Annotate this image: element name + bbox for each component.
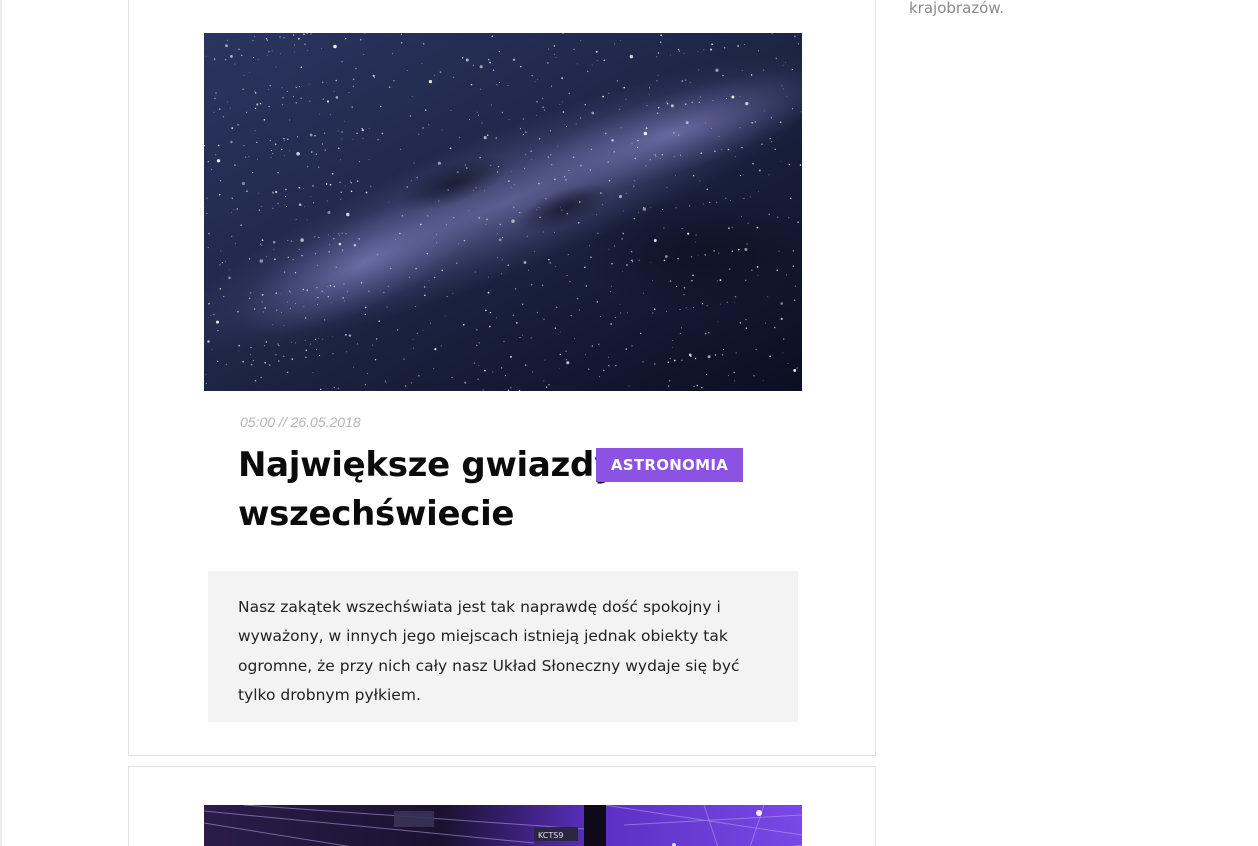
- page-left-border: [0, 0, 2, 846]
- stadium-image: KCTS9: [204, 805, 802, 846]
- post-card: 05:00 // 26.05.2018 Największe gwiazdy w…: [128, 0, 876, 756]
- page: krajobrazów. 05:00 // 26.05.2018 Najwięk…: [0, 0, 1258, 846]
- post-meta-date: 05:00 // 26.05.2018: [240, 414, 361, 430]
- post-image[interactable]: [204, 33, 802, 391]
- stadium-sign-text: KCTS9: [538, 831, 563, 840]
- milky-way-image: [204, 33, 802, 391]
- post-card: KCTS9: [128, 766, 876, 846]
- sidebar-text: krajobrazów.: [909, 0, 1004, 17]
- post-excerpt: Nasz zakątek wszechświata jest tak napra…: [208, 571, 798, 722]
- post-image[interactable]: KCTS9: [204, 805, 802, 846]
- category-badge[interactable]: ASTRONOMIA: [596, 448, 743, 482]
- post-excerpt-text: Nasz zakątek wszechświata jest tak napra…: [238, 598, 740, 704]
